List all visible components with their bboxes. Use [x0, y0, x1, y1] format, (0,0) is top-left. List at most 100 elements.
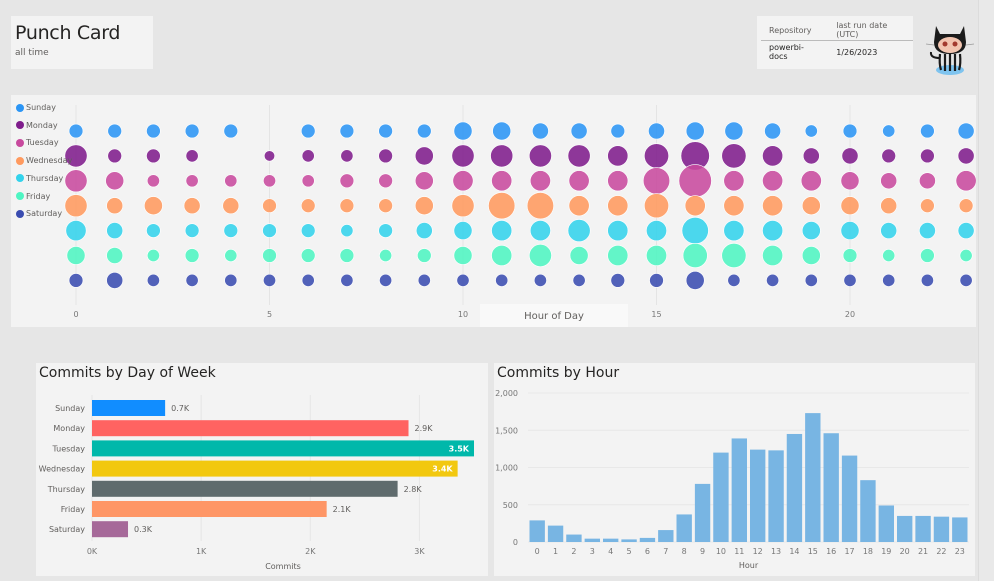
day-bar-plot: 0K 1K 2K 3K Commits Sunday 0.7K Monday 2.9K Tuesd…: [39, 395, 474, 571]
bubble-friday: [262, 248, 277, 263]
bar: [92, 460, 458, 477]
column-header-last-run: last run date (UTC): [828, 20, 913, 41]
x-tick-label: 9: [700, 547, 705, 556]
x-tick-label: 13: [771, 547, 781, 556]
bubble-thursday: [340, 224, 354, 238]
legend-item[interactable]: Sunday: [16, 103, 56, 112]
bubble-sunday: [223, 123, 239, 139]
bubble-tuesday: [607, 170, 629, 192]
bubble-saturday: [610, 273, 626, 288]
bar: [92, 480, 398, 497]
x-axis-title: Commits: [265, 562, 301, 571]
bubble-friday: [106, 247, 124, 264]
category-label: Monday: [53, 424, 85, 433]
bubble-wednesday: [378, 198, 393, 213]
bubble-saturday: [882, 273, 896, 287]
bubble-friday: [920, 248, 935, 263]
bubble-wednesday: [488, 192, 516, 220]
bubble-friday: [491, 245, 513, 266]
x-tick-label: 18: [863, 547, 873, 556]
bubble-thursday: [681, 217, 709, 245]
legend-item[interactable]: Friday: [16, 192, 50, 201]
bar: [805, 413, 821, 542]
bubble-friday: [300, 248, 316, 263]
bubble-monday: [841, 147, 859, 165]
bar: [768, 450, 784, 542]
bubble-saturday: [263, 273, 276, 287]
bubble-sunday: [957, 122, 975, 140]
bubble-friday: [339, 248, 355, 263]
bubble-tuesday: [919, 172, 936, 190]
legend-item[interactable]: Tuesday: [16, 138, 59, 147]
x-tick-label: 23: [955, 547, 965, 556]
bubble-thursday: [491, 220, 513, 242]
bubble-wednesday: [920, 198, 935, 213]
bubble-tuesday: [224, 174, 238, 188]
bubble-wednesday: [801, 196, 821, 216]
legend-label: Wednesday: [26, 156, 73, 166]
bubble-thursday: [184, 223, 200, 238]
data-label: 2.1K: [333, 505, 352, 514]
bubble-wednesday: [526, 192, 554, 220]
bar: [860, 480, 876, 542]
bubble-saturday: [920, 273, 934, 287]
legend-label: Monday: [26, 120, 58, 130]
x-tick-label: 1: [553, 547, 558, 556]
bar: [731, 438, 747, 542]
bubble-thursday: [262, 223, 277, 238]
bubble-wednesday: [300, 198, 316, 213]
bubble-tuesday: [491, 170, 513, 192]
x-tick-label: 3K: [414, 547, 425, 556]
x-tick-label: 10: [716, 547, 726, 556]
bubble-wednesday: [880, 197, 898, 215]
bubble-tuesday: [840, 171, 860, 191]
legend-marker: [16, 121, 24, 130]
bubble-tuesday: [723, 170, 745, 192]
bubble-monday: [490, 144, 514, 168]
bubble-sunday: [146, 123, 161, 139]
category-label: Thursday: [47, 485, 85, 494]
bar: [878, 505, 894, 542]
bubble-sunday: [610, 123, 626, 139]
bubble-friday: [569, 246, 589, 265]
table-row: powerbi-docs 1/26/2023: [761, 41, 913, 64]
legend-label: Friday: [26, 191, 51, 201]
bubble-wednesday: [723, 195, 745, 217]
bubble-saturday: [106, 272, 124, 289]
bubble-monday: [301, 149, 315, 163]
legend-item[interactable]: Wednesday: [16, 156, 72, 165]
bubble-wednesday: [762, 195, 784, 217]
x-tick-label: 0: [73, 310, 78, 319]
legend-marker: [16, 156, 24, 165]
bubble-thursday: [801, 221, 821, 240]
page-subtitle: all time: [15, 48, 49, 58]
bubble-thursday: [646, 220, 667, 242]
hour-bar-plot: 05001,0001,5002,0000 1 2 3 4 5 6 7 8 9 10 11 12 13 14 1…: [495, 389, 969, 570]
x-tick-label: 21: [918, 547, 928, 556]
bubble-tuesday: [800, 170, 822, 192]
x-tick-label: 2K: [305, 547, 316, 556]
category-label: Sunday: [55, 404, 85, 413]
legend-item[interactable]: Saturday: [16, 209, 62, 218]
legend-item[interactable]: Thursday: [16, 174, 63, 183]
x-tick-label: 20: [845, 310, 855, 319]
bar: [603, 538, 619, 542]
bar: [786, 433, 803, 542]
bubble-saturday: [146, 273, 160, 287]
bubble-tuesday: [105, 171, 125, 191]
x-tick-label: 10: [458, 310, 468, 319]
bar: [92, 400, 166, 416]
bubble-thursday: [453, 221, 473, 240]
bubble-thursday: [146, 223, 161, 238]
bubble-thursday: [65, 220, 87, 242]
bar: [823, 433, 839, 542]
legend-item[interactable]: Monday: [16, 121, 58, 130]
bubble-wednesday: [262, 198, 277, 213]
bubble-tuesday: [642, 167, 671, 195]
bubble-thursday: [840, 221, 860, 240]
x-tick-label: 1K: [196, 547, 207, 556]
category-label: Friday: [61, 505, 86, 514]
bubble-monday: [340, 149, 354, 163]
bubble-monday: [185, 149, 199, 163]
x-tick-label: 11: [734, 547, 744, 556]
